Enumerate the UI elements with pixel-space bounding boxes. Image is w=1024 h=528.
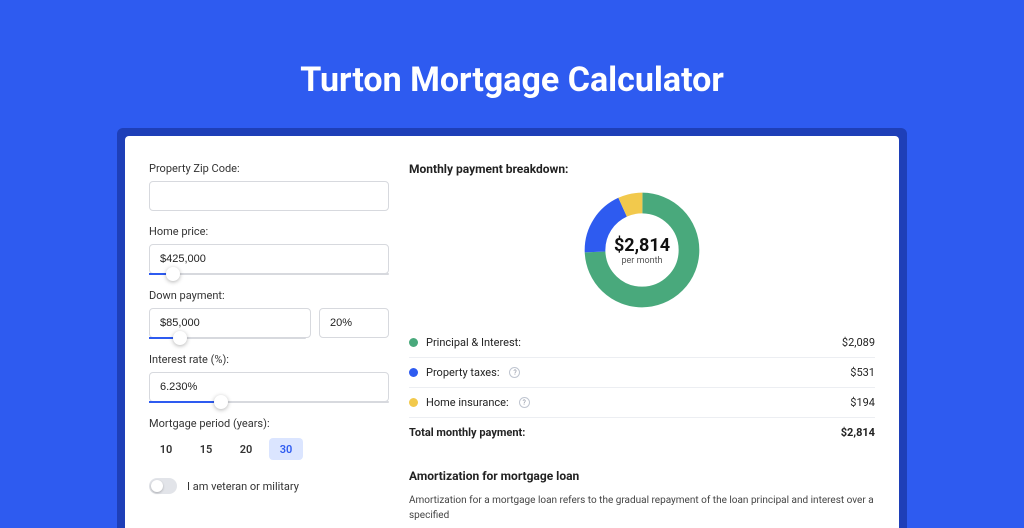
veteran-toggle-row: I am veteran or military [149,478,389,494]
period-tab-10[interactable]: 10 [149,438,183,460]
legend-row-total: Total monthly payment: $2,814 [409,417,875,447]
legend-label: Principal & Interest: [426,336,521,349]
legend-value: $194 [850,396,875,409]
calculator-card: Property Zip Code: Home price: Down paym… [125,136,899,528]
down-payment-pct-input[interactable] [319,308,389,338]
period-tab-30[interactable]: 30 [269,438,303,460]
legend-value: $2,089 [842,336,875,349]
period-tabs: 10 15 20 30 [149,438,389,460]
zip-label: Property Zip Code: [149,162,389,175]
period-field-group: Mortgage period (years): 10 15 20 30 [149,417,389,460]
donut-center: $2,814 per month [580,188,704,312]
down-payment-slider[interactable] [149,337,306,339]
interest-field-group: Interest rate (%): [149,353,389,403]
home-price-slider[interactable] [149,273,389,275]
legend-row: Home insurance:? $194 [409,387,875,417]
amortization-title: Amortization for mortgage loan [409,469,875,483]
legend-value: $531 [850,366,875,379]
card-accent-frame: Property Zip Code: Home price: Down paym… [117,128,907,528]
legend-row: Principal & Interest: $2,089 [409,328,875,357]
period-tab-15[interactable]: 15 [189,438,223,460]
interest-label: Interest rate (%): [149,353,389,366]
donut-amount: $2,814 [614,235,670,256]
toggle-knob [151,480,163,492]
down-payment-field-group: Down payment: [149,289,389,339]
legend-dot [409,368,418,377]
donut-wrap: $2,814 per month [409,188,875,312]
period-tab-20[interactable]: 20 [229,438,263,460]
total-label: Total monthly payment: [409,426,525,439]
legend-dot [409,338,418,347]
total-value: $2,814 [841,426,875,439]
zip-input[interactable] [149,181,389,211]
amortization-body: Amortization for a mortgage loan refers … [409,493,875,523]
legend-dot [409,398,418,407]
home-price-label: Home price: [149,225,389,238]
interest-input[interactable] [149,372,389,402]
breakdown-column: Monthly payment breakdown: $2,814 per mo… [409,162,875,528]
page-title: Turton Mortgage Calculator [0,0,1024,128]
period-label: Mortgage period (years): [149,417,389,430]
down-payment-input[interactable] [149,308,311,338]
veteran-toggle[interactable] [149,478,177,494]
donut-per-month: per month [621,256,662,266]
legend-list: Principal & Interest: $2,089 Property taxe… [409,328,875,417]
info-icon[interactable]: ? [519,397,530,408]
legend-label: Home insurance: [426,396,509,409]
home-price-slider-thumb[interactable] [166,267,180,281]
home-price-input[interactable] [149,244,389,274]
form-column: Property Zip Code: Home price: Down paym… [149,162,389,528]
down-payment-label: Down payment: [149,289,389,302]
legend-label: Property taxes: [426,366,499,379]
payment-donut-chart: $2,814 per month [580,188,704,312]
home-price-field-group: Home price: [149,225,389,275]
legend-row: Property taxes:? $531 [409,357,875,387]
amortization-section: Amortization for mortgage loan Amortizat… [409,469,875,523]
veteran-label: I am veteran or military [187,480,299,493]
interest-slider[interactable] [149,401,389,403]
info-icon[interactable]: ? [509,367,520,378]
interest-slider-thumb[interactable] [214,395,228,409]
zip-field-group: Property Zip Code: [149,162,389,211]
breakdown-title: Monthly payment breakdown: [409,162,875,176]
down-payment-slider-thumb[interactable] [173,331,187,345]
interest-slider-fill [149,401,221,403]
